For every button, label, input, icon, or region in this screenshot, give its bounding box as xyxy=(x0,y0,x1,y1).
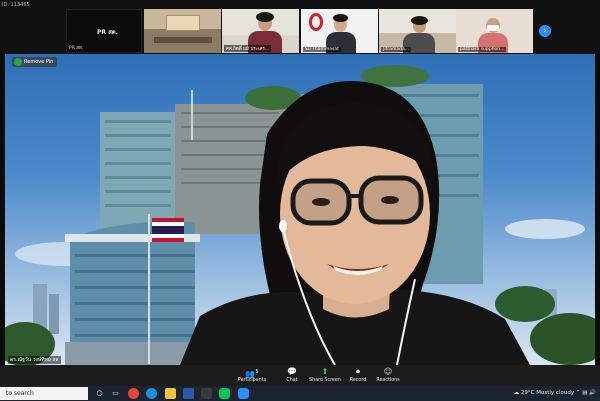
participants-icon: 👥5 xyxy=(245,369,259,379)
participant-tile-4[interactable]: Jitramada... xyxy=(379,9,456,53)
participant-tile-pr[interactable]: PR สด. PR สด. xyxy=(66,9,142,53)
task-view-icon[interactable]: ○ xyxy=(94,388,105,399)
participant-strip: ID: 113465 PR สด. PR สด. ศศ.กิตติ์ แม้ ป… xyxy=(0,0,600,54)
outlook-icon[interactable] xyxy=(183,388,194,399)
meeting-id: ID: 113465 xyxy=(2,2,30,8)
speaker-name-label: ดร.ณัฐวัน วงษ์ทิพย์ สส xyxy=(8,356,61,364)
search-placeholder: to search xyxy=(6,390,34,397)
reactions-label: Reactions xyxy=(376,378,400,383)
reactions-icon: ☺ xyxy=(383,367,393,376)
windows-taskbar: to search ○ ▭ ☁ 29°C Mostly cloudy ⌃ ▤ 🔊 xyxy=(0,386,600,401)
volume-icon[interactable]: 🔊 xyxy=(589,390,596,396)
participants-label: Participants xyxy=(237,378,267,383)
weather-text: Mostly cloudy xyxy=(536,390,575,396)
taskbar-search-box[interactable]: to search xyxy=(0,387,88,400)
participant-tile-3[interactable]: Su Thammasat xyxy=(301,9,378,53)
participant-caption: PR สด. xyxy=(69,46,84,51)
meeting-toolbar: 👥5 Participants 💬 Chat ⬆ Share Screen ⏺ … xyxy=(0,365,600,386)
cloud-icon: ☁ xyxy=(513,390,520,396)
participants-button[interactable]: 👥5 Participants xyxy=(232,367,272,385)
reactions-button[interactable]: ☺ Reactions xyxy=(368,367,408,385)
virtual-background-building xyxy=(5,65,595,365)
weather-tray[interactable]: ☁ 29°C Mostly cloudy ⌃ ▤ 🔊 xyxy=(514,386,596,401)
participant-caption: Jitramada... xyxy=(381,47,411,52)
task-switch-icon[interactable]: ▭ xyxy=(110,388,121,399)
zoom-app-icon[interactable] xyxy=(238,388,249,399)
chevron-up-icon[interactable]: ⌃ xyxy=(576,390,581,396)
participant-tile-5[interactable]: patthara supphon... xyxy=(456,9,533,53)
pin-icon xyxy=(14,58,22,66)
remove-pin-button[interactable]: Remove Pin xyxy=(12,57,58,67)
line-icon[interactable] xyxy=(219,388,230,399)
participant-name: PR สด. xyxy=(97,29,118,36)
edge-icon[interactable] xyxy=(146,388,157,399)
remove-pin-label: Remove Pin xyxy=(24,59,54,65)
participant-caption: ศศ.กิตติ์ แม้ ประเสร... xyxy=(224,45,272,52)
main-speaker-video: Remove Pin ดร.ณัฐวัน วงษ์ทิพย์ สส xyxy=(5,54,595,365)
temperature: 29°C xyxy=(520,390,535,396)
zoom-meeting-window: ID: 113465 PR สด. PR สด. ศศ.กิตติ์ แม้ ป… xyxy=(0,0,600,401)
participant-tile-2[interactable]: ศศ.กิตติ์ แม้ ประเสร... xyxy=(222,9,299,53)
chevron-right-icon[interactable]: › xyxy=(539,25,551,37)
participant-tile-1[interactable] xyxy=(144,9,221,53)
participant-caption: Su Thammasat xyxy=(303,47,341,52)
file-explorer-icon[interactable] xyxy=(165,388,176,399)
participant-caption: patthara supphon... xyxy=(458,47,507,52)
participants-count: 5 xyxy=(255,369,259,375)
network-icon[interactable]: ▤ xyxy=(582,390,587,396)
photos-icon[interactable] xyxy=(201,388,212,399)
chrome-icon[interactable] xyxy=(128,388,139,399)
